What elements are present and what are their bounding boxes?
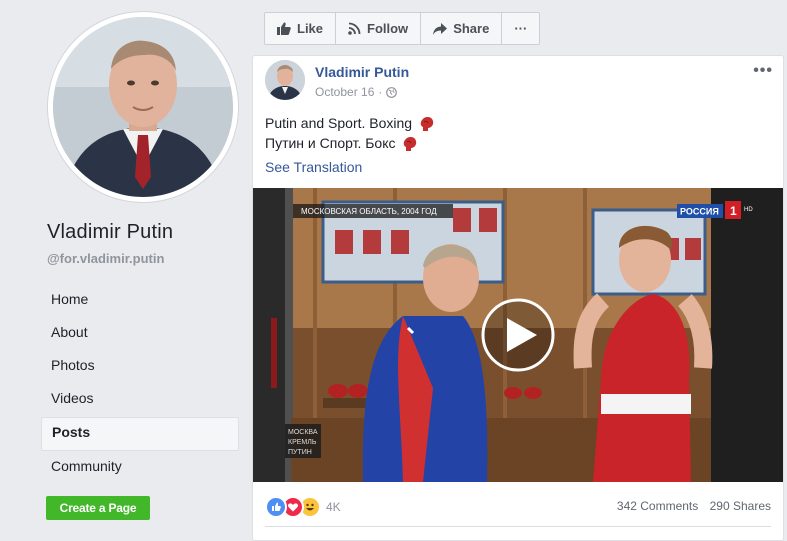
like-label: Like bbox=[297, 21, 324, 36]
comments-count-link[interactable]: 342 Comments bbox=[617, 499, 698, 513]
shares-count-link[interactable]: 290 Shares bbox=[710, 499, 771, 513]
page-handle[interactable]: @for.vladimir.putin bbox=[47, 251, 164, 266]
share-label: Share bbox=[453, 21, 490, 36]
post-video[interactable]: МОСКОВСКАЯ ОБЛАСТЬ, 2004 ГОД РОССИЯ 1 HD… bbox=[253, 188, 783, 482]
divider bbox=[265, 526, 771, 527]
post-message: Putin and Sport. Boxing Путин и Спорт. Б… bbox=[265, 113, 435, 153]
more-options-button[interactable]: ··· bbox=[502, 13, 539, 44]
page-sidebar: Vladimir Putin @for.vladimir.putin Home … bbox=[0, 0, 252, 539]
nav-item-photos[interactable]: Photos bbox=[41, 351, 239, 383]
video-overlay-line1: МОСКВА bbox=[288, 429, 318, 436]
post-date: October 16 bbox=[315, 85, 375, 99]
video-overlay-line3: ПУТИН bbox=[288, 449, 312, 456]
globe-icon bbox=[386, 86, 398, 98]
channel-hd: HD bbox=[744, 207, 753, 213]
channel-number: 1 bbox=[730, 204, 737, 218]
follow-label: Follow bbox=[367, 21, 409, 36]
post-options-icon[interactable]: ••• bbox=[753, 62, 773, 80]
post-text-line-russian: Путин и Спорт. Бокс bbox=[265, 135, 396, 151]
profile-picture[interactable] bbox=[48, 12, 238, 202]
follow-button[interactable]: Follow bbox=[336, 13, 422, 44]
see-translation-link[interactable]: See Translation bbox=[265, 159, 362, 175]
create-page-button[interactable]: Create a Page bbox=[46, 496, 150, 520]
post-author-avatar[interactable] bbox=[265, 60, 305, 100]
reactions-summary[interactable]: 4K bbox=[265, 496, 341, 518]
boxing-glove-icon bbox=[420, 117, 434, 132]
nav-item-posts[interactable]: Posts bbox=[41, 417, 239, 451]
thumbs-up-icon bbox=[277, 22, 291, 35]
share-arrow-icon bbox=[433, 22, 448, 35]
separator-dot: · bbox=[378, 85, 383, 99]
page-title: Vladimir Putin bbox=[47, 221, 174, 243]
post-timestamp[interactable]: October 16 · bbox=[315, 85, 398, 99]
page-action-bar: Like Follow Share ··· bbox=[264, 12, 541, 45]
boxing-glove-icon bbox=[404, 137, 417, 152]
nav-item-about[interactable]: About bbox=[41, 318, 239, 350]
video-overlay-line2: КРЕМЛЬ bbox=[288, 439, 317, 446]
share-button[interactable]: Share bbox=[421, 13, 503, 44]
post-author-name[interactable]: Vladimir Putin bbox=[315, 64, 409, 80]
video-caption-top: МОСКОВСКАЯ ОБЛАСТЬ, 2004 ГОД bbox=[301, 207, 437, 216]
video-frame: МОСКОВСКАЯ ОБЛАСТЬ, 2004 ГОД РОССИЯ 1 HD… bbox=[253, 188, 783, 482]
reactions-count: 4K bbox=[326, 500, 341, 514]
like-reaction-icon bbox=[265, 496, 287, 518]
channel-logo: РОССИЯ bbox=[680, 207, 719, 217]
like-button[interactable]: Like bbox=[265, 13, 337, 44]
nav-item-videos[interactable]: Videos bbox=[41, 384, 239, 416]
profile-photo bbox=[53, 17, 233, 197]
post-stats: 342 Comments 290 Shares bbox=[609, 499, 771, 513]
play-icon[interactable] bbox=[481, 298, 555, 372]
nav-item-home[interactable]: Home bbox=[41, 285, 239, 317]
post-text-line-english: Putin and Sport. Boxing bbox=[265, 115, 413, 131]
post-card: Vladimir Putin October 16 · ••• Putin an… bbox=[252, 55, 784, 541]
rss-follow-icon bbox=[348, 22, 361, 35]
nav-item-community[interactable]: Community bbox=[41, 452, 239, 484]
page-nav: Home About Photos Videos Posts Community bbox=[41, 285, 239, 485]
